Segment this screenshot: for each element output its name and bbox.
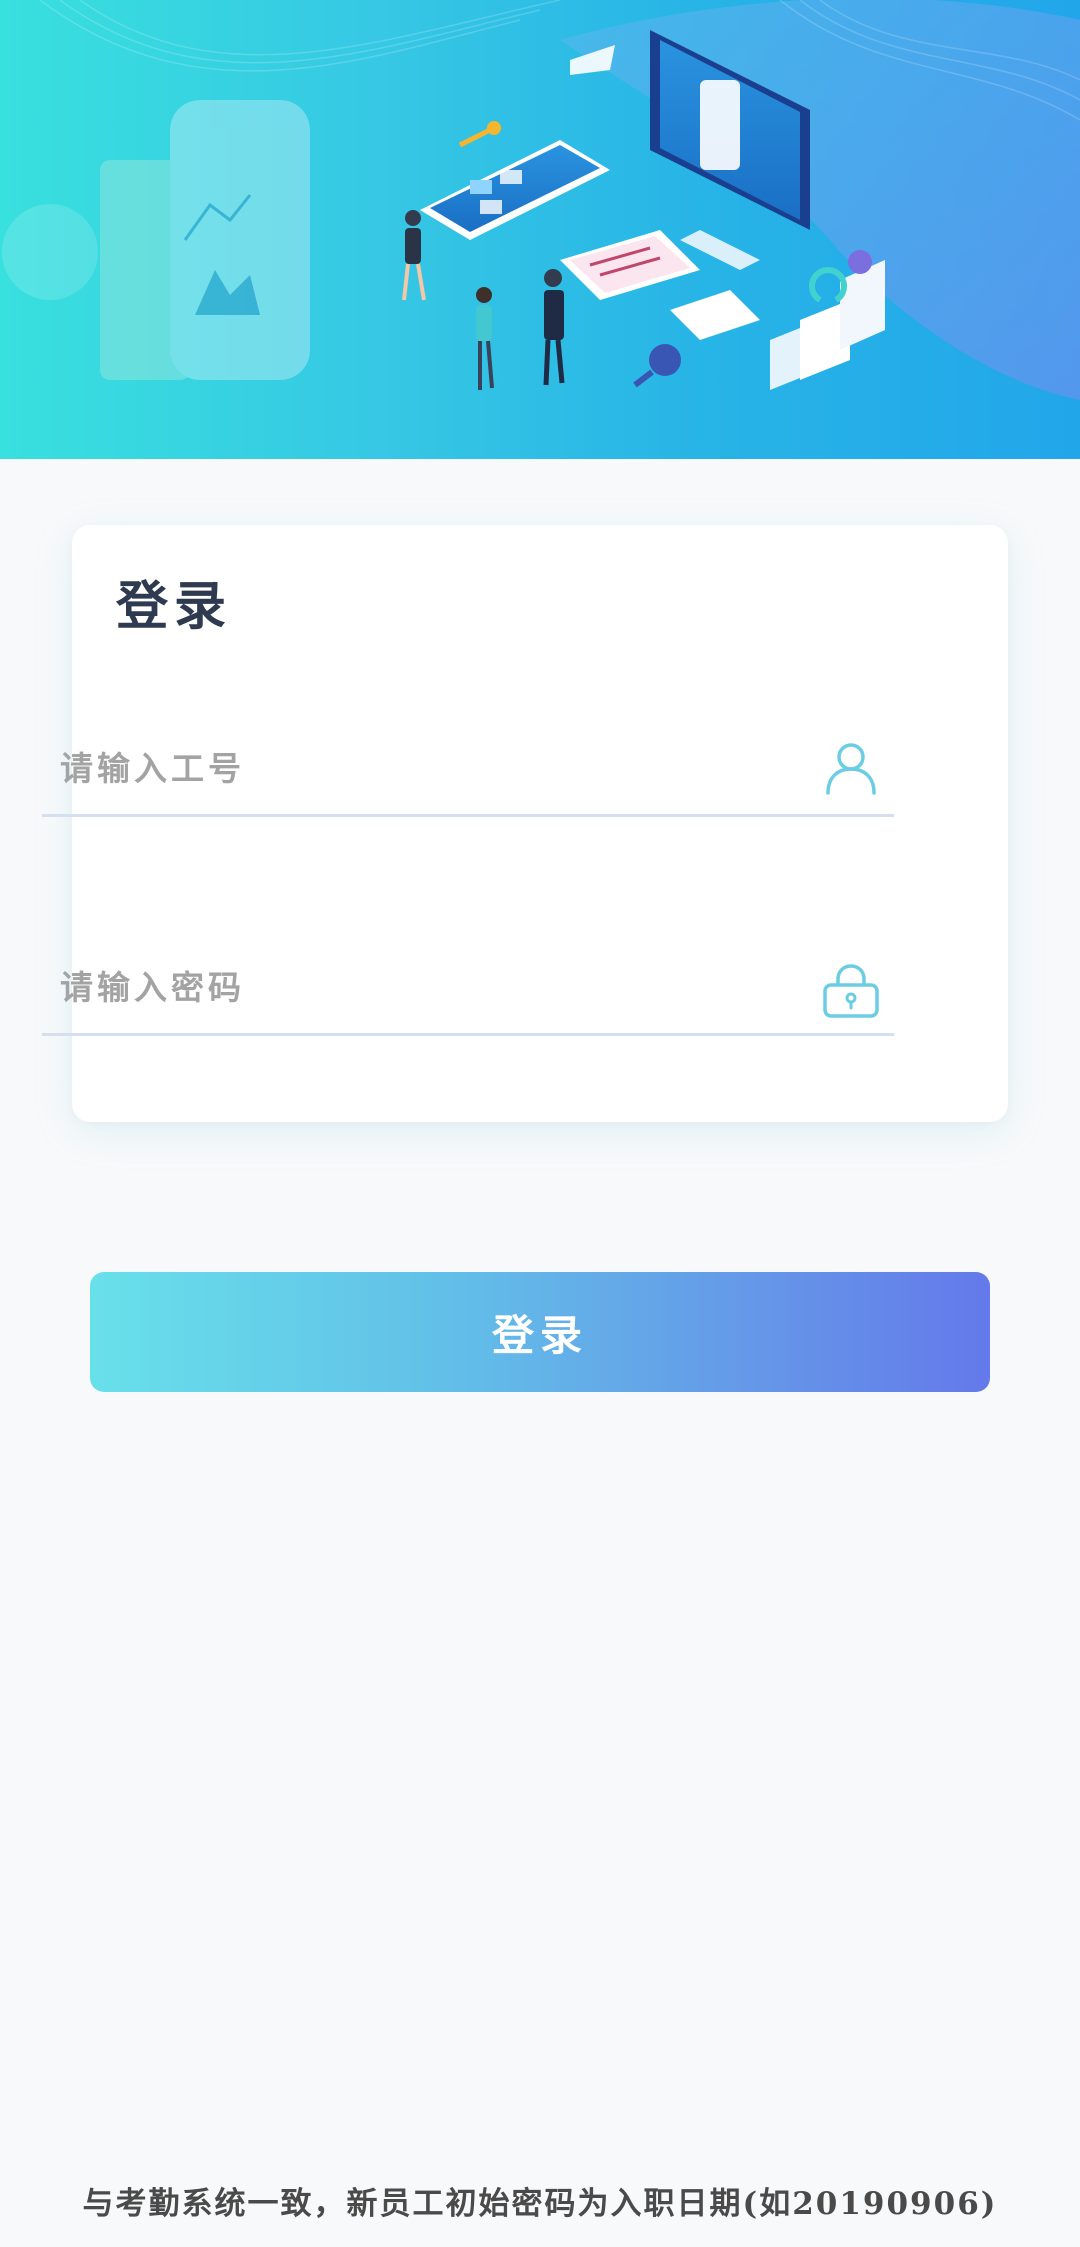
login-button[interactable]: 登录	[90, 1272, 990, 1392]
banner-illustration	[0, 0, 1080, 459]
login-title: 登录	[116, 576, 233, 637]
lock-icon	[823, 964, 879, 1018]
password-hint: 与考勤系统一致，新员工初始密码为入职日期(如20190906)	[82, 2186, 998, 2222]
user-icon	[826, 743, 876, 795]
username-input[interactable]	[42, 724, 820, 812]
username-field	[42, 724, 894, 817]
password-field	[42, 943, 894, 1036]
password-input[interactable]	[42, 943, 820, 1031]
login-screen: 登录 登录 与考勤系统一致，新员工初始密码为入职日期(如20190906)	[0, 0, 1080, 2247]
office-isometric-illustration	[2, 0, 1080, 400]
